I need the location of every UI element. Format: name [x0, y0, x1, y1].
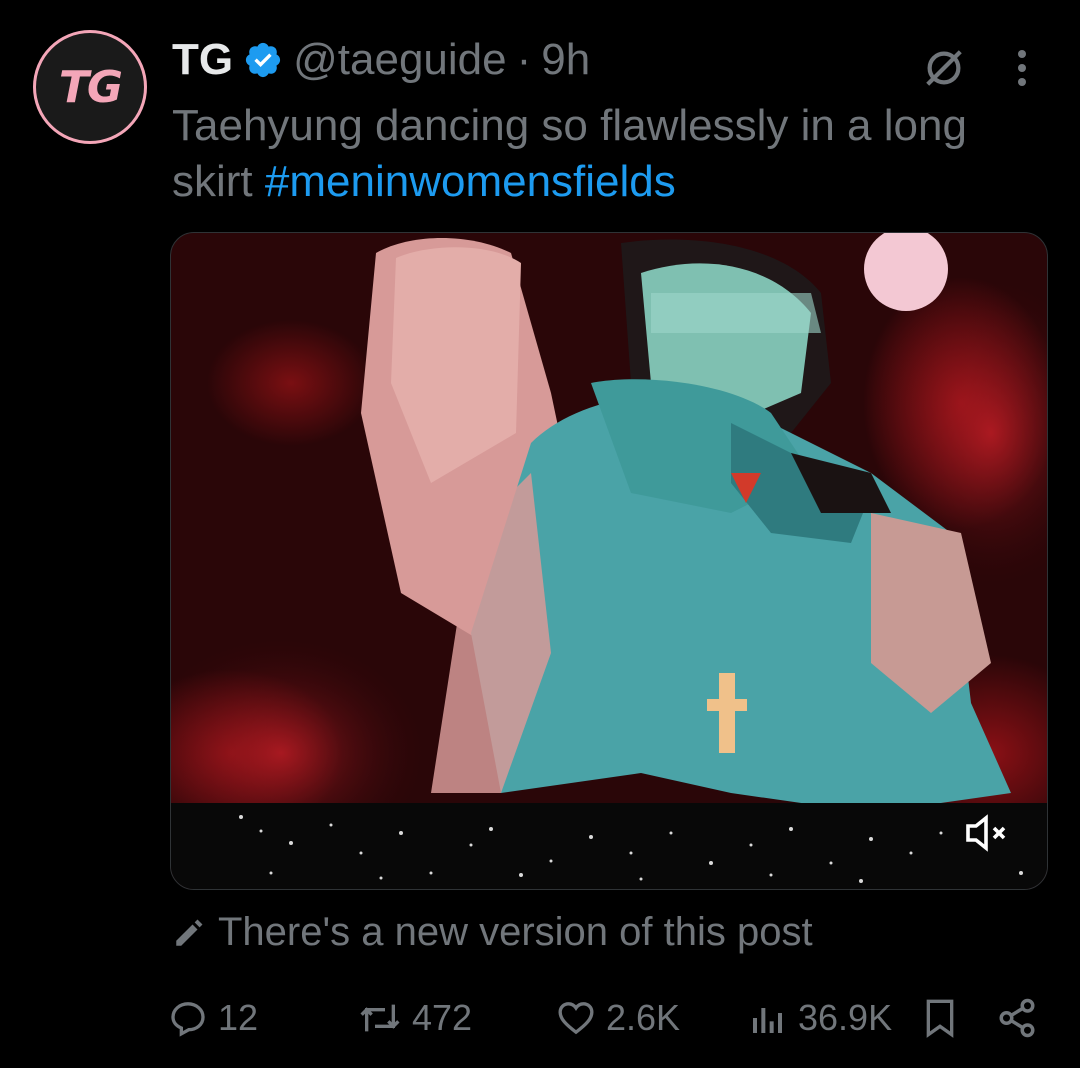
- avatar[interactable]: TG: [33, 30, 147, 144]
- grok-icon: [926, 50, 962, 86]
- like-button[interactable]: 2.6K: [556, 990, 680, 1046]
- grok-button[interactable]: [916, 40, 972, 96]
- tweet-header: TG @taeguide · 9h: [172, 32, 590, 88]
- mute-icon: [966, 814, 1006, 852]
- action-bar: 12 472 2.6K 36.9K: [168, 990, 1044, 1046]
- like-icon: [558, 1002, 594, 1035]
- views-button[interactable]: 36.9K: [748, 990, 892, 1046]
- reply-count: 12: [218, 997, 259, 1038]
- bookmark-icon: [926, 999, 954, 1038]
- hashtag-link[interactable]: #meninwomensfields: [265, 157, 676, 206]
- bookmark-button[interactable]: [920, 990, 960, 1046]
- mute-button[interactable]: [958, 808, 1014, 858]
- avatar-initials: TG: [58, 61, 123, 113]
- video-frame: [171, 233, 1047, 889]
- view-count: 36.9K: [798, 997, 893, 1038]
- share-button[interactable]: [996, 990, 1038, 1046]
- video-player[interactable]: [170, 232, 1048, 890]
- reply-button[interactable]: 12: [168, 990, 258, 1046]
- author-handle[interactable]: @taeguide: [293, 35, 507, 85]
- views-icon: [753, 1008, 782, 1033]
- like-count: 2.6K: [606, 997, 681, 1038]
- verified-badge-icon[interactable]: [243, 40, 283, 80]
- more-options-button[interactable]: [1000, 40, 1044, 96]
- reply-icon: [171, 1002, 205, 1037]
- share-icon: [999, 998, 1035, 1038]
- tweet-text: Taehyung dancing so flawlessly in a long…: [172, 98, 1032, 210]
- repost-count: 472: [412, 997, 473, 1038]
- edit-icon: [176, 919, 203, 946]
- repost-button[interactable]: 472: [358, 990, 472, 1046]
- edited-notice[interactable]: There's a new version of this post: [172, 910, 813, 955]
- edited-notice-text: There's a new version of this post: [218, 910, 813, 954]
- repost-icon: [360, 1004, 400, 1032]
- separator-dot: ·: [516, 35, 532, 84]
- author-name[interactable]: TG: [172, 35, 233, 85]
- post-time[interactable]: 9h: [541, 35, 590, 85]
- more-icon: [1018, 50, 1026, 86]
